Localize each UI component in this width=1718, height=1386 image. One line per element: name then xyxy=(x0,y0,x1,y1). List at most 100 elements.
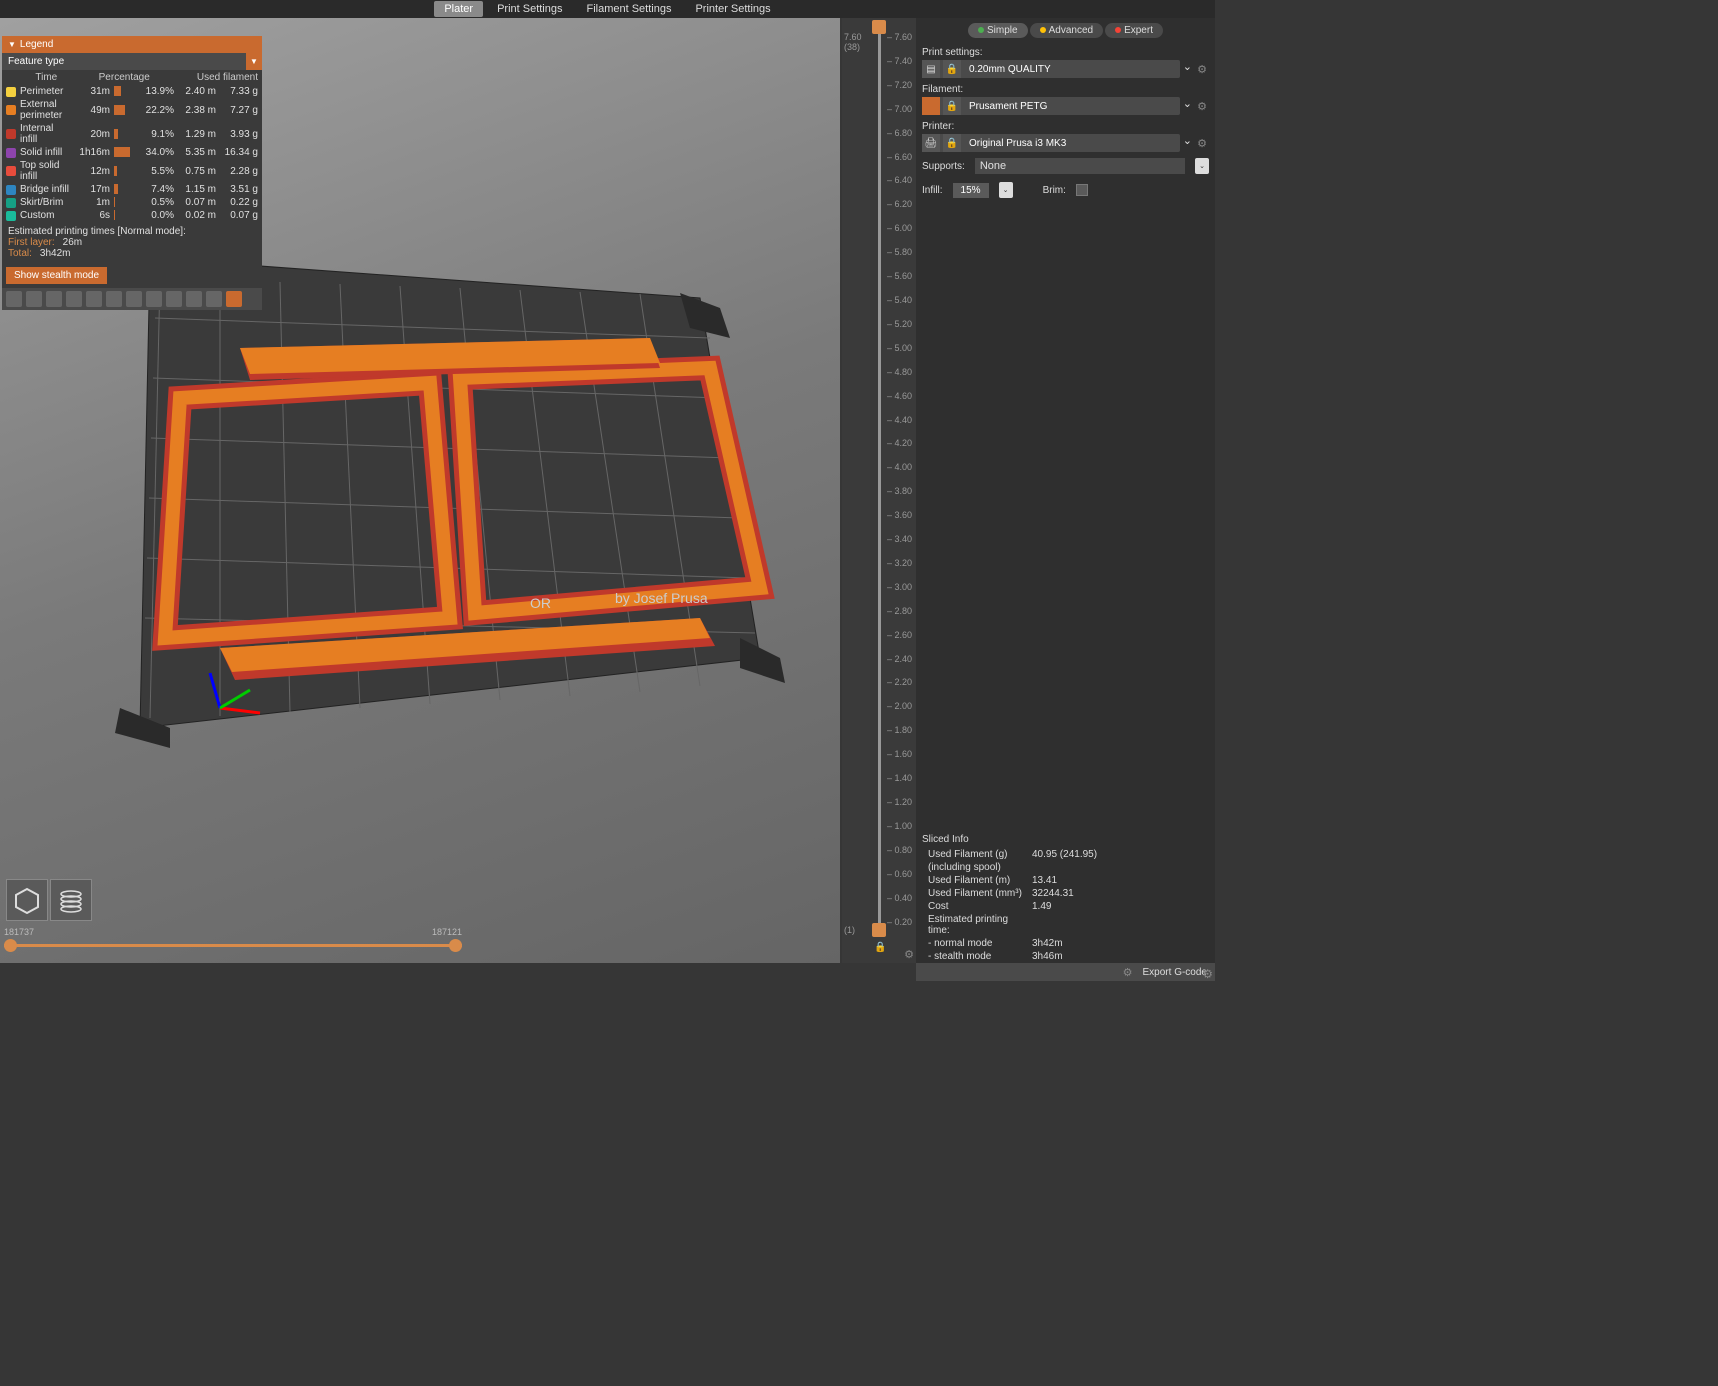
tab-printer-settings[interactable]: Printer Settings xyxy=(685,1,780,17)
lock-icon: 🔒 xyxy=(943,134,961,152)
view-3d-button[interactable] xyxy=(6,879,48,921)
printer-gear-icon[interactable]: ⚙ xyxy=(1195,134,1209,152)
filament-color-swatch[interactable] xyxy=(922,97,940,115)
ruler-gear-icon[interactable]: ⚙ xyxy=(904,948,914,961)
layer-ruler[interactable]: 7.60 (38) 🔒 – 7.60– 7.40– 7.20– 7.00– 6.… xyxy=(842,18,916,963)
filament-gear-icon[interactable]: ⚙ xyxy=(1195,97,1209,115)
supports-label: Supports: xyxy=(922,161,965,172)
ruler-tick: – 2.00 xyxy=(887,701,912,711)
tool-icon-8[interactable] xyxy=(146,291,162,307)
printer-dropdown[interactable]: ⌄ xyxy=(1183,134,1192,152)
tool-icon-7[interactable] xyxy=(126,291,142,307)
infill-input[interactable] xyxy=(953,183,989,198)
legend-row[interactable]: Bridge infill 17m 7.4% 1.15 m 3.51 g xyxy=(2,183,262,196)
tab-plater[interactable]: Plater xyxy=(434,1,483,17)
tool-icon-6[interactable] xyxy=(106,291,122,307)
ruler-thumb-top[interactable] xyxy=(872,20,886,34)
tab-print-settings[interactable]: Print Settings xyxy=(487,1,572,17)
tool-icon-2[interactable] xyxy=(26,291,42,307)
ruler-tick: – 6.40 xyxy=(887,175,912,185)
ruler-tick: – 2.40 xyxy=(887,654,912,664)
tool-icon-10[interactable] xyxy=(186,291,202,307)
ruler-tick: – 3.00 xyxy=(887,582,912,592)
ruler-tick: – 2.60 xyxy=(887,630,912,640)
lock-icon: 🔒 xyxy=(943,97,961,115)
infill-dropdown[interactable]: ⌄ xyxy=(999,182,1013,198)
ruler-tick: – 3.40 xyxy=(887,534,912,544)
legend-row[interactable]: External perimeter 49m 22.2% 2.38 m 7.27… xyxy=(2,98,262,122)
horizontal-slider[interactable]: 181737 187121 xyxy=(4,937,462,955)
filament-dropdown[interactable]: ⌄ xyxy=(1183,97,1192,115)
mode-simple[interactable]: Simple xyxy=(968,23,1028,38)
legend-row[interactable]: Perimeter 31m 13.9% 2.40 m 7.33 g xyxy=(2,85,262,98)
ruler-tick: – 1.20 xyxy=(887,797,912,807)
legend-row[interactable]: Solid infill 1h16m 34.0% 5.35 m 16.34 g xyxy=(2,146,262,159)
legend-row[interactable]: Skirt/Brim 1m 0.5% 0.07 m 0.22 g xyxy=(2,196,262,209)
ruler-tick: – 6.00 xyxy=(887,223,912,233)
tool-icon-5[interactable] xyxy=(86,291,102,307)
tool-icon-11[interactable] xyxy=(206,291,222,307)
legend-row[interactable]: Custom 6s 0.0% 0.02 m 0.07 g xyxy=(2,209,262,222)
infill-label: Infill: xyxy=(922,185,943,196)
sliced-row: Estimated printing time: xyxy=(922,913,1209,937)
legend-panel: Legend ▼ TimePercentageUsed filament Per… xyxy=(2,36,262,310)
mode-expert[interactable]: Expert xyxy=(1105,23,1163,38)
tool-icon-4[interactable] xyxy=(66,291,82,307)
supports-dropdown[interactable]: ⌄ xyxy=(1195,158,1209,174)
tool-icon-1[interactable] xyxy=(6,291,22,307)
legend-feature-dropdown[interactable]: ▼ xyxy=(246,53,262,70)
ruler-tick: – 2.20 xyxy=(887,677,912,687)
hslider-handle-left[interactable] xyxy=(4,939,17,952)
legend-table: TimePercentageUsed filament xyxy=(2,70,262,85)
ruler-thumb-bottom[interactable] xyxy=(872,923,886,937)
legend-toolbar xyxy=(2,288,262,310)
export-gear-icon[interactable]: ⚙ xyxy=(1123,966,1133,979)
ruler-lock-icon[interactable]: 🔒 xyxy=(874,942,886,953)
tab-filament-settings[interactable]: Filament Settings xyxy=(576,1,681,17)
view-toggle xyxy=(6,879,92,921)
print-settings-dropdown[interactable]: ⌄ xyxy=(1183,60,1192,78)
filament-value[interactable]: Prusament PETG xyxy=(964,98,1180,115)
printer-value[interactable]: Original Prusa i3 MK3 xyxy=(964,135,1180,152)
sliced-row: - stealth mode3h46m xyxy=(922,950,1209,963)
mode-advanced[interactable]: Advanced xyxy=(1030,23,1103,38)
view-layers-button[interactable] xyxy=(50,879,92,921)
ruler-tick: – 3.60 xyxy=(887,510,912,520)
show-stealth-button[interactable]: Show stealth mode xyxy=(6,267,107,284)
tool-icon-9[interactable] xyxy=(166,291,182,307)
tool-icon-12[interactable] xyxy=(226,291,242,307)
ruler-top-value: 7.60 xyxy=(844,32,862,42)
sliced-row: Used Filament (m)13.41 xyxy=(922,874,1209,887)
footer-gear-icon[interactable]: ⚙ xyxy=(1202,967,1213,981)
legend-header[interactable]: Legend xyxy=(2,36,262,53)
svg-text:by Josef Prusa: by Josef Prusa xyxy=(615,590,708,606)
printer-label: Printer: xyxy=(922,119,1209,134)
printer-icon: 🖨 xyxy=(922,134,940,152)
ruler-tick: – 4.20 xyxy=(887,438,912,448)
ruler-tick: – 7.00 xyxy=(887,104,912,114)
supports-value[interactable]: None xyxy=(975,158,1185,174)
ruler-tick: – 6.20 xyxy=(887,199,912,209)
mode-selector: Simple Advanced Expert xyxy=(916,18,1215,43)
ruler-tick: – 1.80 xyxy=(887,725,912,735)
ruler-tick: – 6.60 xyxy=(887,152,912,162)
export-gcode-button[interactable]: Export G-code xyxy=(1143,967,1207,978)
tool-icon-3[interactable] xyxy=(46,291,62,307)
legend-row[interactable]: Top solid infill 12m 5.5% 0.75 m 2.28 g xyxy=(2,159,262,183)
ruler-tick: – 0.20 xyxy=(887,917,912,927)
ruler-tick: – 4.60 xyxy=(887,391,912,401)
ruler-tick: – 3.20 xyxy=(887,558,912,568)
sliced-info-title: Sliced Info xyxy=(922,831,1209,848)
layers-icon: ▤ xyxy=(922,60,940,78)
print-settings-gear-icon[interactable]: ⚙ xyxy=(1195,60,1209,78)
legend-row[interactable]: Internal infill 20m 9.1% 1.29 m 3.93 g xyxy=(2,122,262,146)
sliced-info: Sliced Info Used Filament (g)40.95 (241.… xyxy=(922,831,1209,963)
brim-checkbox[interactable] xyxy=(1076,184,1088,196)
hslider-handle-right[interactable] xyxy=(449,939,462,952)
lock-icon: 🔒 xyxy=(943,60,961,78)
ruler-tick: – 1.60 xyxy=(887,749,912,759)
print-settings-value[interactable]: 0.20mm QUALITY xyxy=(964,61,1180,78)
canvas-viewport[interactable]: OR by Josef Prusa Legend ▼ TimePercentag… xyxy=(0,18,840,963)
ruler-tick: – 0.80 xyxy=(887,845,912,855)
legend-feature-select[interactable] xyxy=(2,53,246,70)
